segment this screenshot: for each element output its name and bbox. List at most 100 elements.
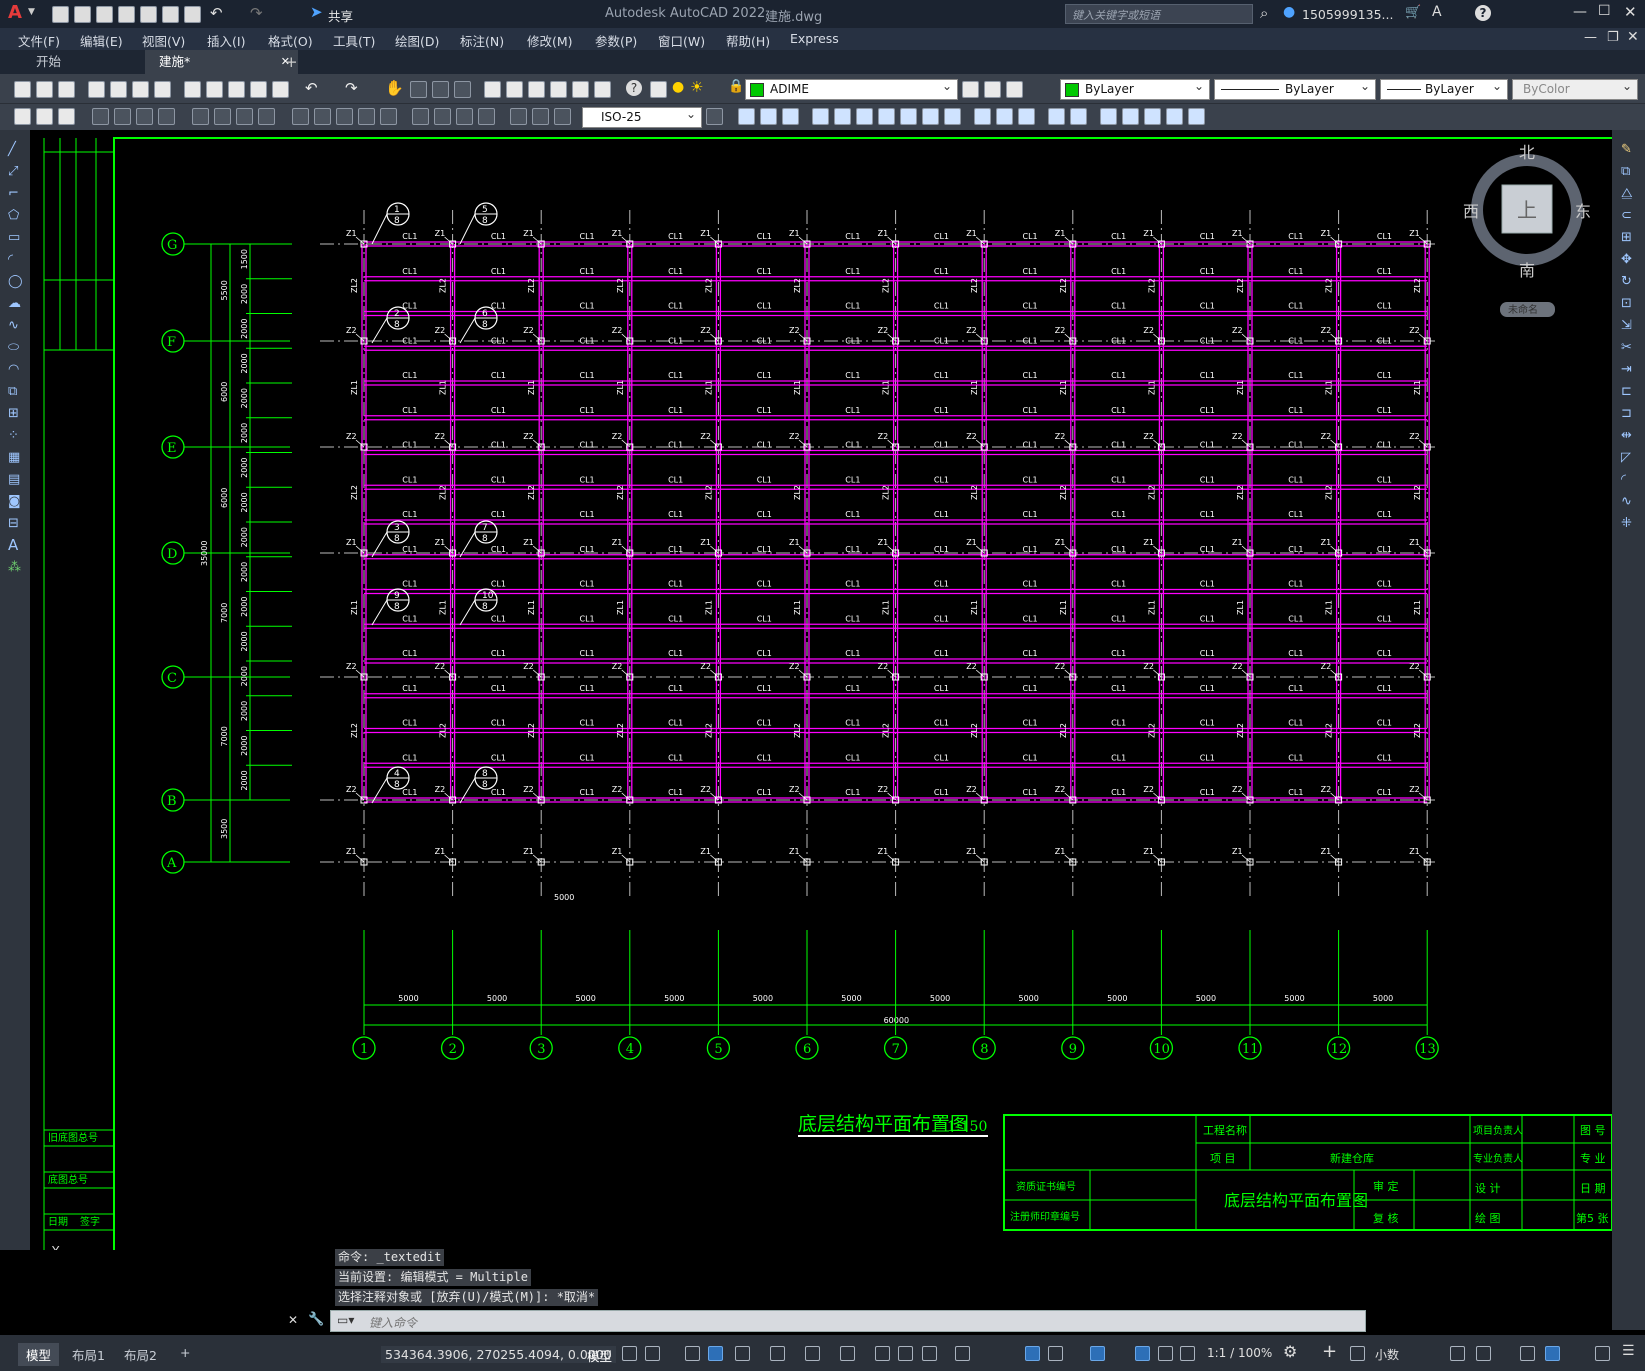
- units-value[interactable]: 小数: [1375, 1346, 1399, 1363]
- linetype-dropdown[interactable]: ByLayer: [1214, 77, 1376, 100]
- tool-palettes-icon[interactable]: [528, 81, 545, 98]
- layiso-icon[interactable]: [36, 108, 53, 125]
- undo-icon[interactable]: ↶: [210, 4, 223, 22]
- polar-icon[interactable]: [735, 1346, 750, 1361]
- gradient-tool-icon[interactable]: ▤: [8, 472, 20, 487]
- cmd-customize-icon[interactable]: 🔧: [308, 1312, 324, 1327]
- tab-layout1[interactable]: 布局1: [64, 1343, 113, 1366]
- lock-ui-icon[interactable]: [1476, 1346, 1491, 1361]
- quick-properties-icon[interactable]: [1450, 1346, 1465, 1361]
- sheet-set-icon[interactable]: [550, 81, 567, 98]
- rotate-icon[interactable]: [812, 108, 829, 125]
- make-current-icon[interactable]: [962, 81, 979, 98]
- help-toolbar-icon[interactable]: ?: [626, 80, 642, 96]
- add-layout-button[interactable]: +: [172, 1343, 198, 1362]
- coordinates-readout[interactable]: 534364.3906, 270255.4094, 0.0000: [381, 1346, 616, 1363]
- dim-edit-icon[interactable]: [510, 108, 527, 125]
- extend-side-icon[interactable]: ⇥: [1621, 362, 1632, 377]
- plot-icon[interactable]: [184, 6, 201, 23]
- center-mark-icon[interactable]: [434, 108, 451, 125]
- pline-tool-icon[interactable]: ⌐: [8, 186, 19, 201]
- menu-view[interactable]: 视图(V): [142, 31, 185, 50]
- dimstyle-dropdown[interactable]: ISO-25: [582, 105, 702, 128]
- calculator-icon[interactable]: [594, 81, 611, 98]
- undo-toolbar-icon[interactable]: ↶: [305, 79, 318, 97]
- menu-help[interactable]: 帮助(H): [726, 31, 770, 50]
- make-block-icon[interactable]: ⊞: [8, 406, 19, 421]
- menu-modify[interactable]: 修改(M): [527, 31, 573, 50]
- copy-object-icon[interactable]: [760, 108, 777, 125]
- user-icon[interactable]: ●: [1283, 4, 1295, 20]
- explode-icon[interactable]: [1018, 108, 1035, 125]
- dim-angular-icon[interactable]: [258, 108, 275, 125]
- copy-side-icon[interactable]: ⧉: [1621, 164, 1630, 179]
- tab-drawing[interactable]: 建施* ✕: [145, 50, 298, 74]
- redo-toolbar-icon[interactable]: ↷: [345, 79, 358, 97]
- mirror-side-icon[interactable]: ⧋: [1621, 186, 1633, 201]
- copy-icon[interactable]: [206, 81, 223, 98]
- offset-side-icon[interactable]: ⊂: [1621, 208, 1632, 223]
- trim-side-icon[interactable]: ✂: [1621, 340, 1632, 355]
- blend-icon[interactable]: [1166, 108, 1183, 125]
- ellipse-arc-tool-icon[interactable]: ◠: [8, 362, 19, 377]
- workspace-gear-icon[interactable]: ⚙: [1283, 1342, 1297, 1361]
- layer-lock-icon[interactable]: 🔒: [728, 79, 744, 94]
- menu-parametric[interactable]: 参数(P): [595, 31, 637, 50]
- minimize-icon[interactable]: —: [1573, 4, 1587, 20]
- stretch-icon[interactable]: [782, 108, 799, 125]
- point-tool-icon[interactable]: ⁘: [8, 428, 19, 443]
- move-side-icon[interactable]: ✥: [1621, 252, 1632, 267]
- viewcube-north[interactable]: 北: [1519, 143, 1535, 162]
- jogged-linear-icon[interactable]: [478, 108, 495, 125]
- brush-icon[interactable]: [272, 81, 289, 98]
- viewcube-west[interactable]: 西: [1463, 202, 1479, 221]
- doc-close-icon[interactable]: ✕: [1627, 29, 1639, 45]
- scale-icon[interactable]: [856, 108, 873, 125]
- hatch-tool-icon[interactable]: ▦: [8, 450, 20, 465]
- cmd-prompt-icon[interactable]: ▭▾: [337, 1313, 354, 1327]
- polygon-tool-icon[interactable]: ⬠: [8, 208, 19, 223]
- viewcube-east[interactable]: 东: [1575, 202, 1591, 221]
- ellipse-tool-icon[interactable]: ⬭: [8, 340, 19, 355]
- autodesk-app-icon[interactable]: A: [1432, 4, 1442, 20]
- doc-restore-icon[interactable]: ❐: [1607, 30, 1619, 45]
- rectangle-tool-icon[interactable]: ▭: [8, 230, 20, 245]
- tolerance-icon[interactable]: [412, 108, 429, 125]
- dimstyle-manager-icon[interactable]: [706, 108, 723, 125]
- inspection-icon[interactable]: [456, 108, 473, 125]
- menu-dimension[interactable]: 标注(N): [460, 31, 504, 50]
- chamfer-side-icon[interactable]: ◸: [1621, 450, 1631, 465]
- dim-text-edit-icon[interactable]: [532, 108, 549, 125]
- search-icon[interactable]: ⌕: [1260, 4, 1268, 22]
- lineweight-icon[interactable]: [875, 1346, 890, 1361]
- app-menu-arrow-icon[interactable]: ▼: [28, 7, 35, 17]
- share-icon[interactable]: ➤: [310, 3, 323, 21]
- trim-icon[interactable]: [878, 108, 895, 125]
- rotate-side-icon[interactable]: ↻: [1621, 274, 1632, 289]
- circle-tool-icon[interactable]: ◯: [8, 274, 23, 289]
- menu-format[interactable]: 格式(O): [268, 31, 313, 50]
- revcloud-tool-icon[interactable]: ☁: [8, 296, 21, 311]
- annotation-visibility-icon[interactable]: [1135, 1346, 1150, 1361]
- osnap-icon[interactable]: [840, 1346, 855, 1361]
- chamfer-icon[interactable]: [944, 108, 961, 125]
- extend-icon[interactable]: [900, 108, 917, 125]
- snap-icon[interactable]: [645, 1346, 660, 1361]
- paste-icon[interactable]: [228, 81, 245, 98]
- spline-tool-icon[interactable]: ∿: [8, 318, 19, 333]
- pan-icon[interactable]: ✋: [385, 79, 404, 97]
- menu-tools[interactable]: 工具(T): [333, 31, 375, 50]
- command-input[interactable]: ▭▾ 键入命令: [330, 1310, 1366, 1332]
- globe-icon[interactable]: [154, 81, 171, 98]
- menu-insert[interactable]: 插入(I): [207, 31, 245, 50]
- mirror-icon[interactable]: [834, 108, 851, 125]
- otrack-icon[interactable]: [805, 1346, 820, 1361]
- zoom-previous-icon[interactable]: [454, 81, 471, 98]
- dynamic-ucs-icon[interactable]: [1025, 1346, 1040, 1361]
- dim-continue-icon[interactable]: [336, 108, 353, 125]
- redo-icon[interactable]: ↷: [250, 4, 263, 22]
- new-tab-button[interactable]: +: [285, 53, 298, 71]
- join-icon[interactable]: [1048, 108, 1065, 125]
- auto-scale-icon[interactable]: [1158, 1346, 1173, 1361]
- viewcube-top[interactable]: 上: [1517, 198, 1537, 222]
